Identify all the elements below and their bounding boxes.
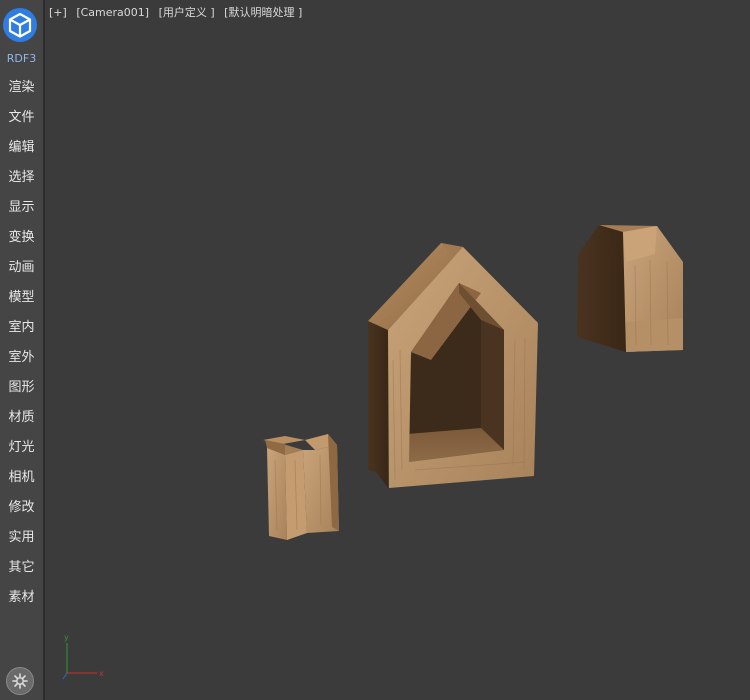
sidebar-item[interactable]: 渲染 [0, 75, 43, 101]
sidebar-item[interactable]: 室内 [0, 315, 43, 341]
settings-button[interactable] [6, 667, 34, 695]
sidebar-item[interactable]: 材质 [0, 405, 43, 431]
sidebar-item[interactable]: 变换 [0, 225, 43, 251]
sidebar-item[interactable]: 修改 [0, 495, 43, 521]
svg-text:x: x [99, 669, 104, 678]
sidebar-item[interactable]: 室外 [0, 345, 43, 371]
sidebar-item[interactable]: 模型 [0, 285, 43, 311]
wooden-house-block[interactable] [577, 225, 683, 352]
sidebar-item[interactable]: 编辑 [0, 135, 43, 161]
brand-label: RDF3 [6, 52, 37, 65]
sidebar-item[interactable]: 动画 [0, 255, 43, 281]
sidebar-item[interactable]: 相机 [0, 465, 43, 491]
wooden-house-frame[interactable] [368, 243, 538, 488]
sidebar-item[interactable]: 图形 [0, 375, 43, 401]
wooden-cross-piece[interactable] [263, 434, 339, 540]
sidebar-item[interactable]: 实用 [0, 525, 43, 551]
svg-text:y: y [64, 633, 69, 642]
sidebar-item[interactable]: 素材 [0, 585, 43, 611]
axis-gizmo-icon: x y [62, 633, 104, 680]
cube-logo-icon[interactable] [2, 7, 38, 43]
gear-icon [12, 673, 28, 689]
sidebar-item[interactable]: 灯光 [0, 435, 43, 461]
sidebar-item[interactable]: 选择 [0, 165, 43, 191]
scene-canvas: x y [62, 225, 683, 680]
sidebar-item[interactable]: 其它 [0, 555, 43, 581]
3d-viewport[interactable]: [+] [Camera001] [用户定义 ] [默认明暗处理 ] x y [45, 0, 750, 700]
sidebar-item[interactable]: 显示 [0, 195, 43, 221]
command-sidebar: RDF3 渲染文件编辑选择显示变换动画模型室内室外图形材质灯光相机修改实用其它素… [0, 0, 45, 700]
sidebar-item[interactable]: 文件 [0, 105, 43, 131]
